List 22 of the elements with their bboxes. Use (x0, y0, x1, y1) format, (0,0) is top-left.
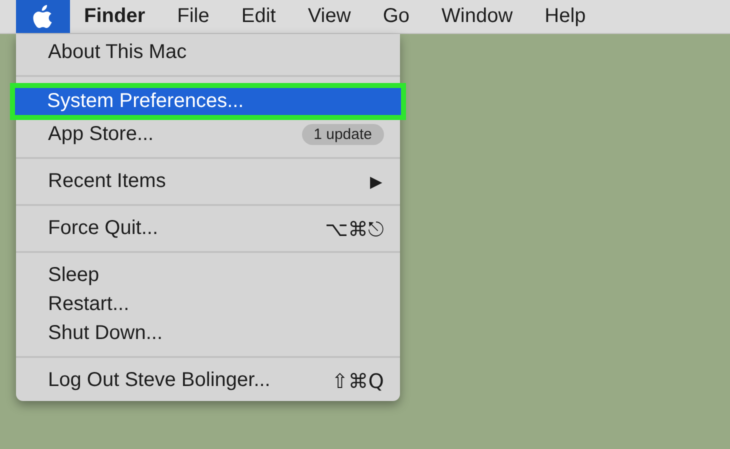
submenu-arrow: ▶ (370, 172, 382, 192)
update-badge: 1 update (302, 124, 384, 145)
menu-bar-item[interactable]: Go (366, 0, 426, 33)
menu-bar-item[interactable]: Help (528, 0, 602, 33)
menu-item[interactable]: Force Quit... ⌥⌘⎋ (16, 214, 400, 243)
keyboard-shortcut: ⌥⌘⎋ (324, 216, 384, 240)
apple-menu-button[interactable] (16, 0, 70, 33)
menu-item[interactable]: App Store... 1 update (16, 120, 400, 149)
menu-item[interactable]: System Preferences... (15, 88, 401, 115)
apple-logo-icon (33, 4, 53, 28)
menu-bar-item[interactable]: File (161, 0, 226, 33)
menu-bar-item[interactable]: Edit (225, 0, 292, 33)
menu-item[interactable]: Shut Down... (16, 319, 400, 348)
menu-item[interactable]: Log Out Steve Bolinger... ⇧⌘Q (16, 366, 400, 395)
menu-item[interactable]: Recent Items ▶ (16, 167, 400, 196)
keyboard-shortcut: ⇧⌘Q (332, 368, 384, 392)
menu-item[interactable]: About This Mac (16, 38, 400, 67)
menu-item[interactable]: Sleep (16, 261, 400, 290)
menu-bar-item[interactable]: View (292, 0, 367, 33)
menu-bar-item[interactable]: Window (426, 0, 529, 33)
menu-item[interactable]: Restart... (16, 290, 400, 319)
menu-bar-item[interactable]: Finder (70, 0, 162, 33)
